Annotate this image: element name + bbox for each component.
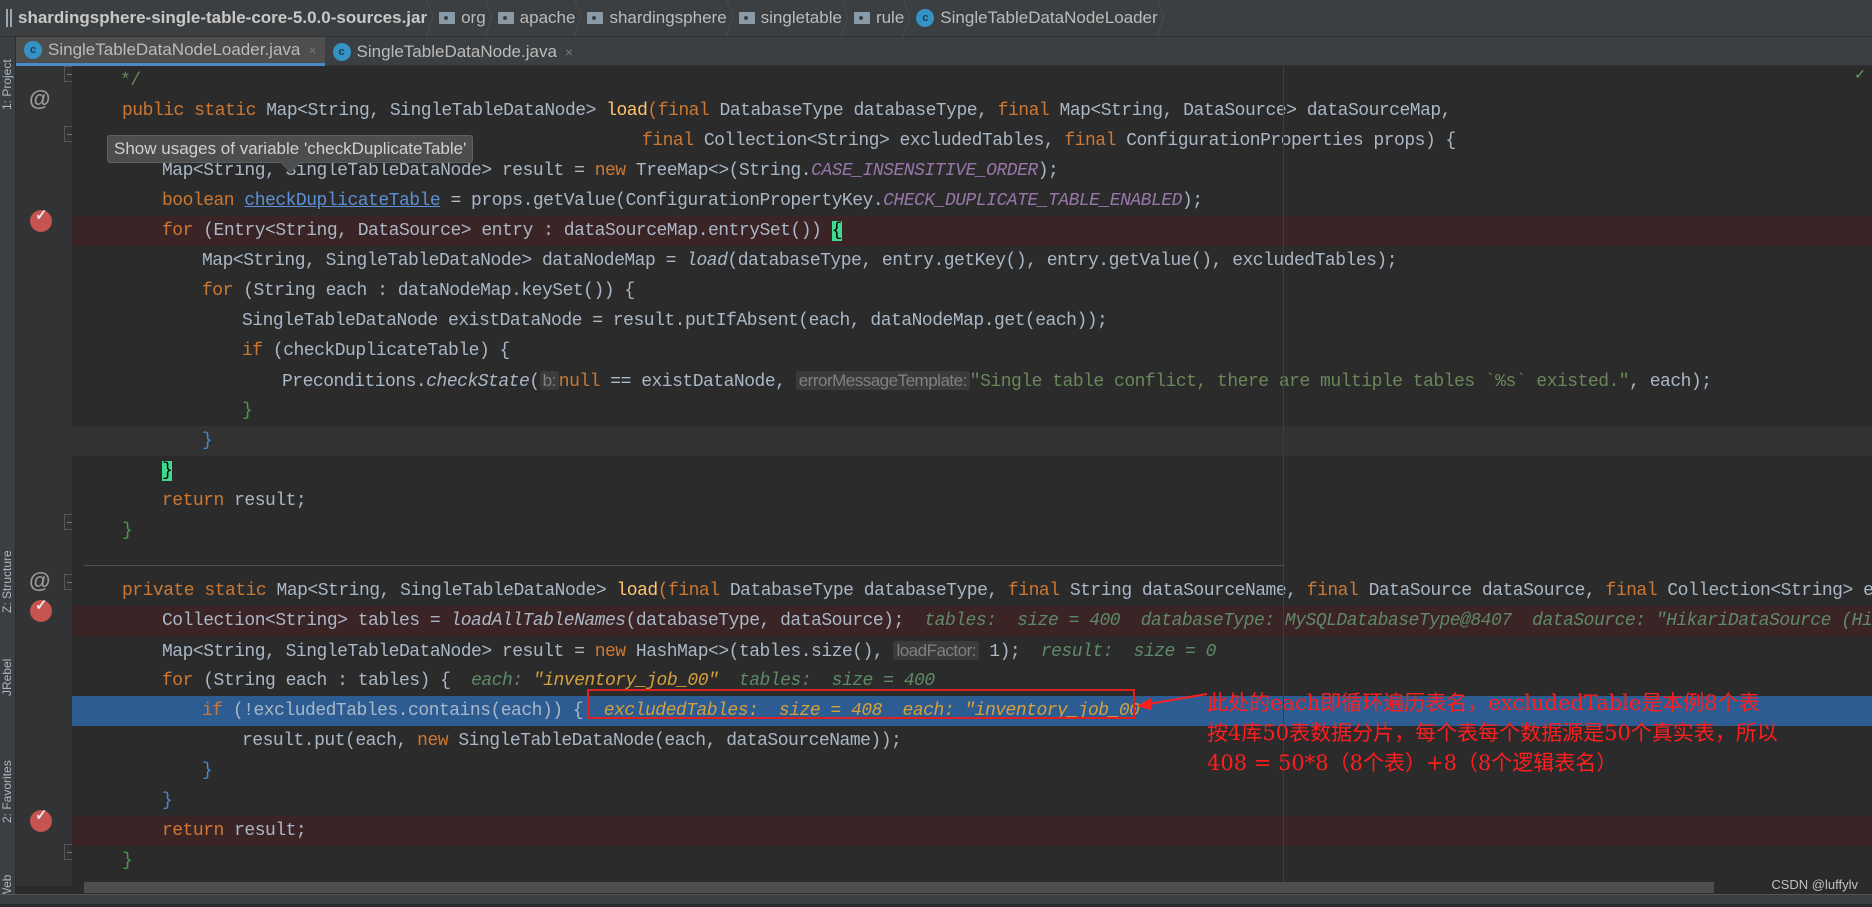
- breadcrumb-bar: shardingsphere-single-table-core-5.0.0-s…: [0, 0, 1872, 37]
- breakpoint-icon[interactable]: [30, 806, 52, 832]
- tab-singletabledatanodeloader[interactable]: c SingleTableDataNodeLoader.java ×: [16, 37, 325, 66]
- class-icon: c: [916, 9, 935, 27]
- breadcrumb-shardingsphere[interactable]: shardingsphere: [583, 0, 734, 37]
- breadcrumb-org[interactable]: org: [435, 0, 494, 37]
- editor-gutter[interactable]: @ @: [16, 66, 76, 886]
- annotation-arrow-icon: [1137, 693, 1208, 710]
- watermark: CSDN @luffylv: [1771, 877, 1858, 892]
- tab-singletabledatanode[interactable]: c SingleTableDataNode.java ×: [325, 37, 582, 66]
- class-icon: c: [332, 42, 351, 61]
- code-line: }: [122, 851, 133, 871]
- bottom-tool-bar: [0, 894, 1872, 904]
- horizontal-scrollbar[interactable]: [84, 882, 1714, 893]
- code-line: if (checkDuplicateTable) {: [242, 341, 510, 361]
- folder-icon: [587, 12, 604, 24]
- override-at-icon[interactable]: @: [29, 86, 50, 112]
- breakpoint-line: for (Entry<String, DataSource> entry : d…: [72, 216, 1872, 246]
- code-line: Map<String, SingleTableDataNode> result …: [162, 641, 1217, 662]
- code-line: public static Map<String, SingleTableDat…: [122, 101, 1451, 121]
- breadcrumb-singletable[interactable]: singletable: [735, 0, 850, 37]
- close-tab-icon[interactable]: ×: [565, 44, 573, 60]
- code-line: }: [162, 791, 173, 811]
- param-hint: b:: [539, 371, 559, 390]
- code-line: Preconditions.checkState(b: null == exist…: [282, 371, 1712, 392]
- jar-icon: [6, 9, 12, 27]
- caret-line: }: [72, 426, 1872, 456]
- breadcrumb-jar[interactable]: shardingsphere-single-table-core-5.0.0-s…: [0, 0, 435, 37]
- left-tool-strip: 1: Project Z: Structure JRebel 2: Favori…: [0, 37, 16, 904]
- code-line: }: [122, 521, 133, 541]
- project-toolwindow-button[interactable]: 1: Project: [0, 45, 16, 125]
- code-line: private static Map<String, SingleTableDa…: [122, 581, 1872, 601]
- breadcrumb-class[interactable]: c SingleTableDataNodeLoader: [912, 0, 1165, 37]
- method-separator: [84, 565, 1284, 566]
- code-line: }: [162, 461, 173, 481]
- breakpoint-line: Collection<String> tables = loadAllTable…: [72, 606, 1872, 636]
- code-line: SingleTableDataNode existDataNode = resu…: [242, 311, 1108, 331]
- variable-link[interactable]: checkDuplicateTable: [244, 191, 440, 211]
- folder-icon: [439, 12, 456, 24]
- jrebel-toolwindow-button[interactable]: JRebel: [0, 647, 16, 707]
- folder-icon: [738, 12, 755, 24]
- code-line: return result;: [162, 491, 307, 511]
- usages-tooltip: Show usages of variable 'checkDuplicateT…: [107, 135, 474, 163]
- breadcrumb-apache[interactable]: apache: [494, 0, 584, 37]
- breakpoint-icon[interactable]: [30, 206, 52, 232]
- favorites-toolwindow-button[interactable]: 2: Favorites: [0, 742, 16, 842]
- debug-value-hint: result: size = 0: [1020, 642, 1217, 662]
- code-line: for (String each : dataNodeMap.keySet())…: [202, 281, 635, 301]
- breakpoint-icon[interactable]: [30, 596, 52, 622]
- override-at-icon[interactable]: @: [29, 568, 50, 594]
- class-icon: c: [24, 41, 42, 59]
- editor-tabs: c SingleTableDataNodeLoader.java × c Single…: [16, 37, 1872, 66]
- breadcrumb-rule[interactable]: rule: [850, 0, 912, 37]
- annotation-text: 此处的each即循环遍历表名，excludedTable是本例8个表 按4库50…: [1207, 691, 1778, 775]
- debug-value-hint: tables: size = 400 databaseType: MySQLDa…: [903, 611, 1872, 631]
- close-tab-icon[interactable]: ×: [308, 42, 316, 58]
- code-line: }: [242, 401, 253, 421]
- param-hint: loadFactor:: [893, 641, 979, 660]
- code-line: boolean checkDuplicateTable = props.getV…: [162, 191, 1203, 211]
- inspection-ok-icon[interactable]: ✓: [1854, 66, 1866, 83]
- structure-toolwindow-button[interactable]: Z: Structure: [0, 537, 16, 627]
- folder-icon: [497, 12, 514, 24]
- param-hint: errorMessageTemplate:: [795, 371, 970, 390]
- breakpoint-line: return result;: [72, 816, 1872, 846]
- annotation-highlight-box: [587, 689, 1135, 719]
- code-line: Map<String, SingleTableDataNode> dataNod…: [202, 251, 1398, 271]
- folder-icon: [853, 12, 870, 24]
